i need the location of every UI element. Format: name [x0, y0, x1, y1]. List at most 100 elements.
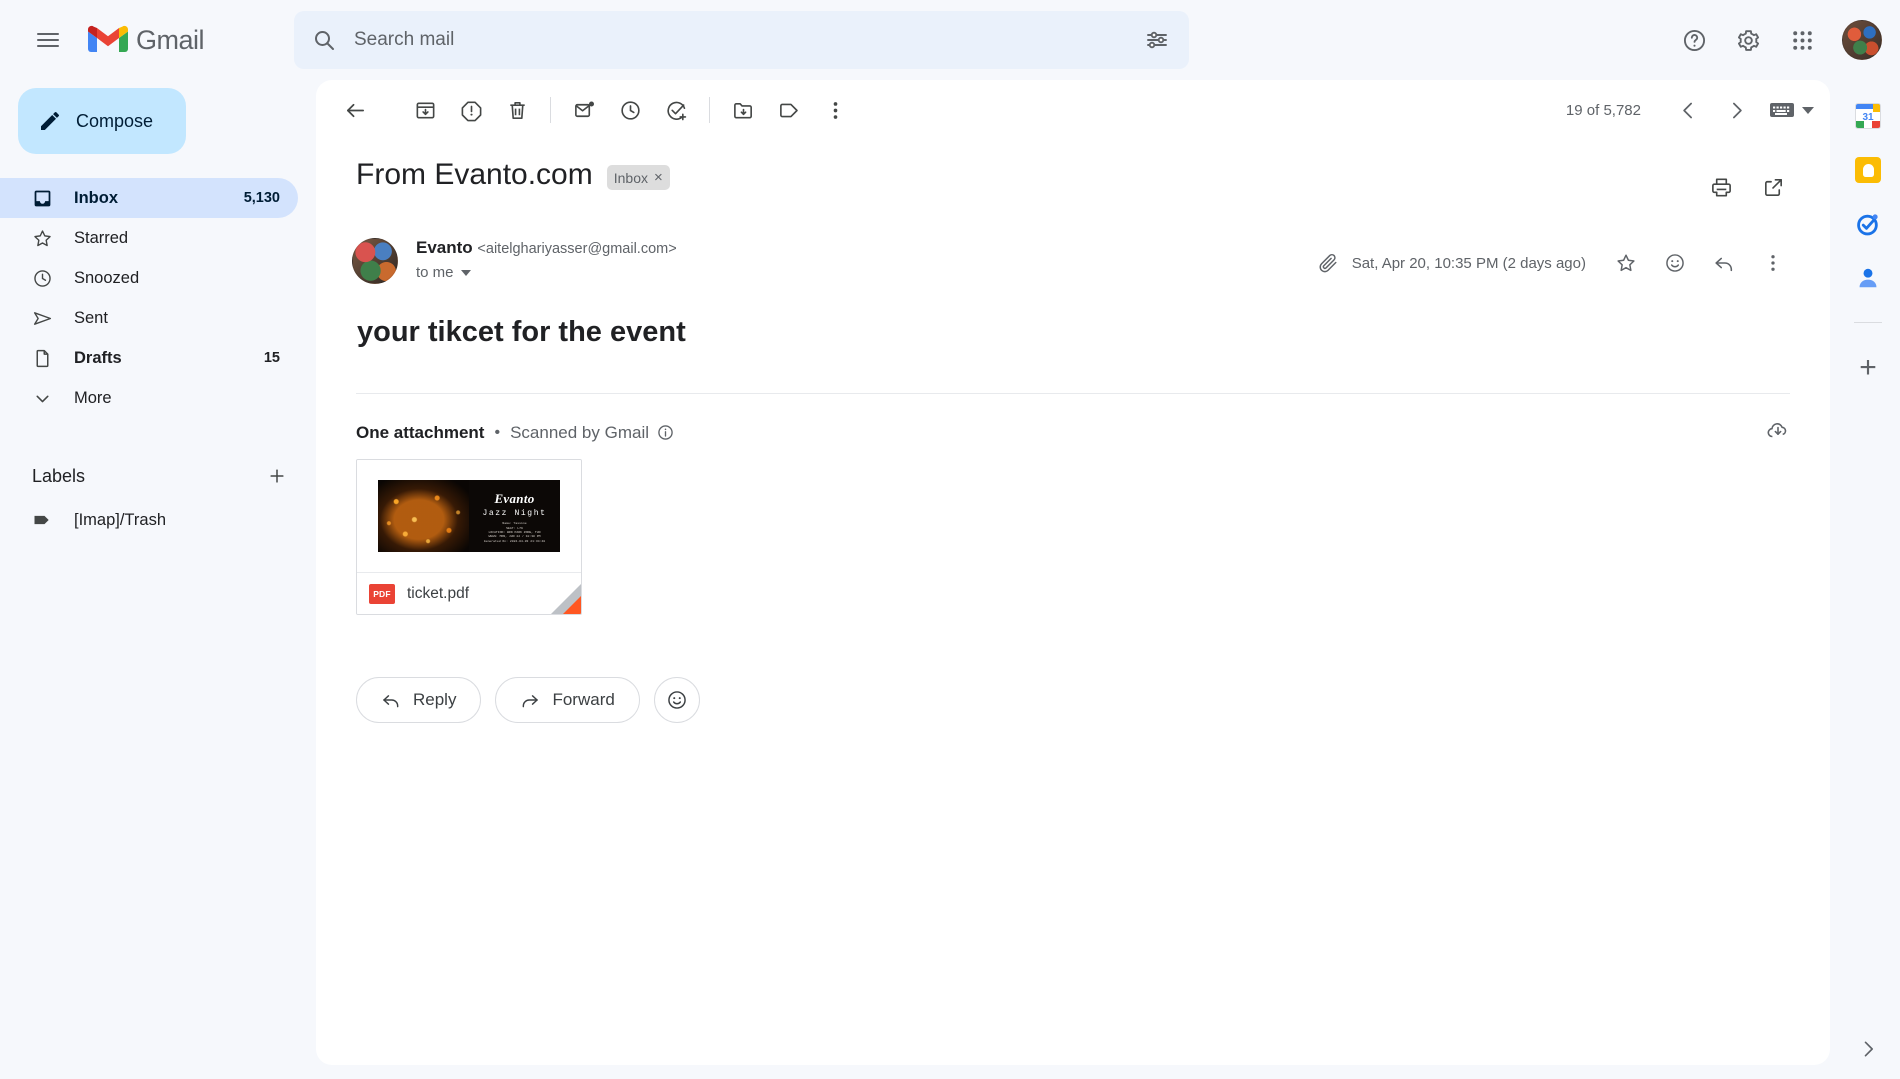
print-icon — [1711, 178, 1731, 196]
info-icon — [658, 425, 673, 440]
inbox-label-chip[interactable]: Inbox × — [606, 165, 670, 190]
message-actions: Sat, Apr 20, 10:35 PM (2 days ago) — [1317, 236, 1796, 286]
google-apps-button[interactable] — [1778, 16, 1826, 64]
sidebar-item-drafts[interactable]: Drafts 15 — [0, 338, 298, 378]
more-options-icon — [1771, 255, 1775, 271]
sidebar-item-count: 5,130 — [243, 190, 280, 206]
more-toolbar-options-button[interactable] — [812, 87, 858, 133]
thread-actions — [1698, 158, 1796, 210]
main-area: Compose Inbox 5,130 Starred Snoozed Sent… — [0, 80, 1900, 1079]
add-to-tasks-button[interactable] — [653, 87, 699, 133]
report-spam-icon — [461, 101, 481, 121]
expand-panel-button[interactable] — [1858, 1039, 1878, 1079]
reply-label: Reply — [413, 690, 457, 709]
gear-icon — [1737, 29, 1759, 51]
delete-icon — [509, 101, 525, 119]
labels-heading: Labels — [32, 465, 86, 486]
search-bar[interactable] — [294, 11, 1189, 69]
chevron-down-icon — [1802, 106, 1814, 114]
attachment-filename: ticket.pdf — [407, 584, 470, 602]
print-button[interactable] — [1698, 164, 1744, 210]
next-button[interactable] — [1713, 87, 1759, 133]
reply-arrow-icon — [383, 695, 399, 708]
sidebar-label-imap-trash[interactable]: [Imap]/Trash — [0, 500, 298, 540]
pdf-icon: PDF — [369, 583, 395, 604]
labels-button[interactable] — [766, 87, 812, 133]
sidebar-item-label: Drafts — [74, 348, 122, 367]
sender-name: Evanto — [416, 238, 473, 257]
sender-meta: Evanto <aitelghariyasser@gmail.com> to m… — [416, 236, 677, 281]
separator-dot: • — [494, 423, 501, 441]
ticket-fireworks-image — [378, 480, 469, 552]
scan-info-button[interactable] — [657, 424, 674, 441]
message-date: Sat, Apr 20, 10:35 PM (2 days ago) — [1351, 254, 1586, 272]
gmail-envelope-icon — [88, 25, 128, 52]
avatar[interactable] — [1842, 20, 1882, 60]
report-spam-button[interactable] — [448, 87, 494, 133]
hamburger-icon — [37, 29, 59, 51]
close-icon[interactable]: × — [654, 169, 663, 186]
labels-header: Labels — [0, 456, 316, 496]
calendar-day-number: 31 — [1862, 112, 1874, 123]
google-calendar-icon[interactable]: 31 — [1854, 102, 1882, 130]
labels-list: [Imap]/Trash — [0, 500, 316, 540]
add-to-tasks-icon — [666, 101, 686, 120]
archive-icon — [416, 101, 434, 119]
back-arrow-icon — [346, 103, 364, 117]
delete-button[interactable] — [494, 87, 540, 133]
keyboard-toggle-button[interactable] — [1761, 95, 1816, 125]
back-button[interactable] — [332, 87, 378, 133]
snooze-button[interactable] — [607, 87, 653, 133]
emoji-react-icon — [1666, 254, 1684, 272]
mark-unread-button[interactable] — [561, 87, 607, 133]
attachment-card[interactable]: Evanto Jazz Night Name: Yassine SEAT: L7… — [356, 459, 582, 615]
previous-button[interactable] — [1665, 87, 1711, 133]
recipient-toggle[interactable]: to me — [416, 264, 471, 281]
sidebar-item-starred[interactable]: Starred — [0, 218, 298, 258]
search-input[interactable] — [348, 29, 1133, 51]
move-to-button[interactable] — [720, 87, 766, 133]
sidebar-item-snoozed[interactable]: Snoozed — [0, 258, 298, 298]
star-button[interactable] — [1603, 240, 1649, 286]
chevron-down-icon — [460, 269, 471, 276]
sidebar: Compose Inbox 5,130 Starred Snoozed Sent… — [0, 80, 316, 1079]
archive-button[interactable] — [402, 87, 448, 133]
search-button[interactable] — [300, 16, 348, 64]
star-icon — [32, 227, 54, 249]
forward-label: Forward — [552, 690, 615, 709]
inbox-icon — [32, 187, 54, 209]
move-to-icon — [733, 102, 752, 119]
search-options-button[interactable] — [1133, 16, 1181, 64]
search-icon — [315, 31, 334, 50]
message-more-button[interactable] — [1750, 240, 1796, 286]
main-menu-button[interactable] — [24, 16, 72, 64]
open-in-new-window-button[interactable] — [1750, 164, 1796, 210]
reply-button[interactable]: Reply — [356, 677, 482, 723]
google-contacts-icon[interactable] — [1854, 264, 1882, 292]
compose-button[interactable]: Compose — [18, 88, 186, 154]
add-label-button[interactable] — [262, 461, 292, 491]
help-button[interactable] — [1670, 16, 1718, 64]
gmail-logo[interactable]: Gmail — [88, 25, 238, 56]
top-right-actions — [1670, 16, 1888, 64]
reply-icon — [1715, 257, 1733, 272]
emoji-smiley-icon — [668, 691, 686, 709]
google-tasks-icon[interactable] — [1854, 210, 1882, 238]
pagination-controls: 19 of 5,782 — [1566, 87, 1816, 133]
labels-icon — [779, 103, 798, 117]
sidebar-item-more[interactable]: More — [0, 378, 298, 418]
label-tag-icon — [32, 509, 54, 531]
google-keep-icon[interactable] — [1854, 156, 1882, 184]
react-button[interactable] — [1652, 240, 1698, 286]
reply-button-header[interactable] — [1701, 240, 1747, 286]
sidebar-item-inbox[interactable]: Inbox 5,130 — [0, 178, 298, 218]
sender-avatar[interactable] — [352, 238, 398, 284]
settings-button[interactable] — [1724, 16, 1772, 64]
sidebar-item-sent[interactable]: Sent — [0, 298, 298, 338]
add-app-button[interactable]: + — [1859, 353, 1877, 383]
emoji-react-button[interactable] — [653, 677, 700, 723]
save-all-to-drive-button[interactable] — [1766, 418, 1790, 447]
compose-label: Compose — [76, 110, 154, 131]
ticket-lines: Name: Yassine SEAT: L79 LOCATION: BRN PA… — [484, 521, 545, 543]
forward-button[interactable]: Forward — [495, 677, 640, 723]
